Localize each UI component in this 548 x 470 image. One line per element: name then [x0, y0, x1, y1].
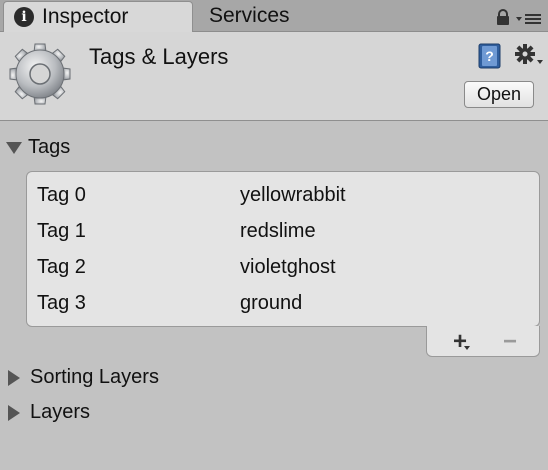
- add-dropdown-caret-icon: [464, 346, 470, 350]
- list-footer: + −: [426, 326, 540, 357]
- tag-value-field[interactable]: redslime: [240, 220, 316, 243]
- tags-list: Tag 0 yellowrabbit Tag 1 redslime Tag 2 …: [26, 171, 540, 327]
- info-icon: i: [14, 7, 34, 27]
- tab-inspector[interactable]: i Inspector: [3, 1, 193, 32]
- open-button[interactable]: Open: [464, 81, 534, 108]
- svg-text:?: ?: [485, 48, 494, 64]
- gear-icon: [8, 42, 72, 111]
- tag-name: Tag 2: [37, 256, 86, 278]
- tag-value-field[interactable]: yellowrabbit: [240, 184, 346, 207]
- remove-tag-button[interactable]: −: [497, 328, 523, 355]
- expanded-arrow-icon: [6, 141, 22, 154]
- panel-menu-icon[interactable]: [516, 12, 542, 30]
- page-title: Tags & Layers: [89, 44, 229, 69]
- sorting-layers-foldout[interactable]: Sorting Layers: [6, 366, 159, 389]
- layers-label: Layers: [30, 401, 91, 423]
- help-book-icon[interactable]: ?: [478, 43, 502, 74]
- list-item[interactable]: Tag 1 redslime: [27, 212, 539, 248]
- collapsed-arrow-icon: [8, 369, 20, 386]
- tab-services-label: Services: [209, 3, 290, 27]
- list-item[interactable]: Tag 0 yellowrabbit: [27, 176, 539, 212]
- list-item[interactable]: Tag 3 ground: [27, 284, 539, 320]
- tag-value-field[interactable]: ground: [240, 292, 302, 315]
- tag-name: Tag 0: [37, 184, 86, 206]
- tags-foldout[interactable]: Tags: [6, 136, 70, 159]
- collapsed-arrow-icon: [8, 404, 20, 421]
- layers-foldout[interactable]: Layers: [6, 401, 90, 424]
- tab-services[interactable]: Services: [209, 0, 290, 31]
- sorting-layers-label: Sorting Layers: [30, 366, 159, 388]
- tab-inspector-label: Inspector: [42, 5, 129, 28]
- settings-gear-icon[interactable]: [514, 43, 544, 74]
- tag-value-field[interactable]: violetghost: [240, 256, 336, 279]
- inspector-header: Tags & Layers ? Open: [0, 32, 548, 121]
- list-item[interactable]: Tag 2 violetghost: [27, 248, 539, 284]
- lock-icon[interactable]: [496, 9, 510, 30]
- add-tag-button[interactable]: +: [447, 328, 473, 355]
- tag-name: Tag 1: [37, 220, 86, 242]
- tag-name: Tag 3: [37, 292, 86, 314]
- open-button-label: Open: [476, 84, 522, 104]
- tab-bar: i Inspector Services: [0, 0, 548, 32]
- tags-label: Tags: [28, 136, 71, 158]
